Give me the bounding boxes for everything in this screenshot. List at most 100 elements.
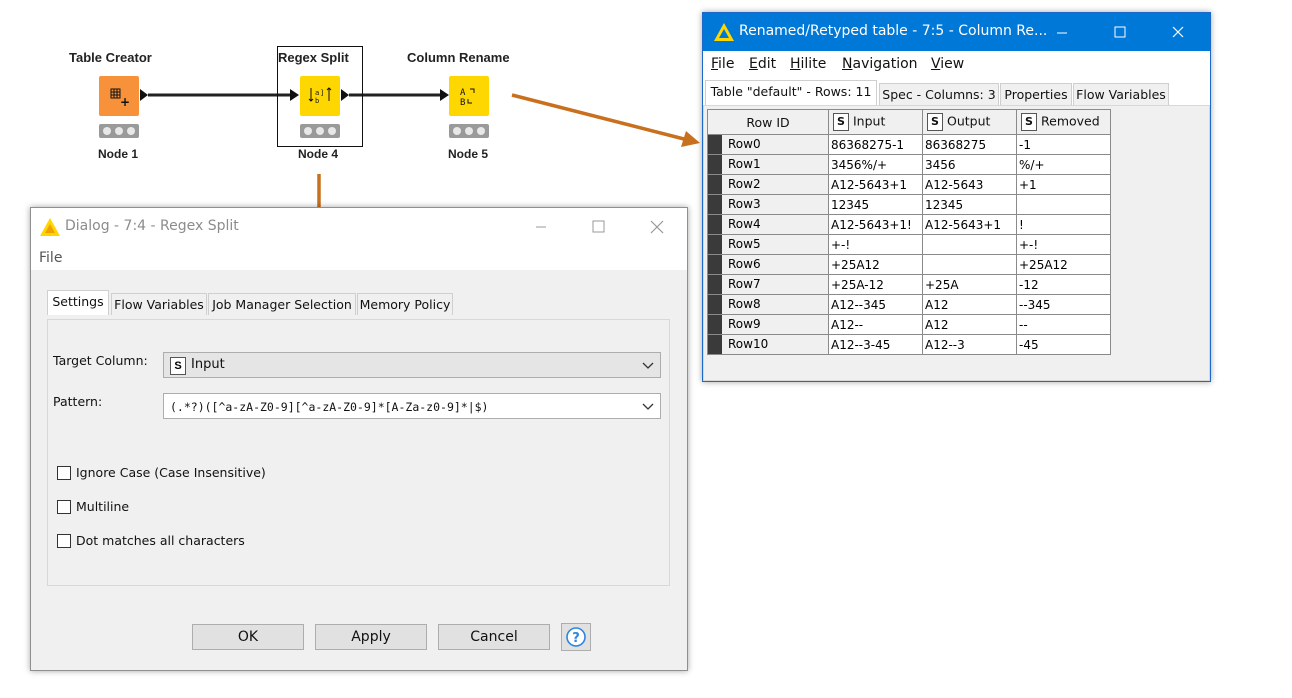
tab-flow-variables[interactable]: Flow Variables <box>111 293 207 315</box>
row-id-cell[interactable]: Row7 <box>707 274 829 295</box>
pattern-input[interactable]: (.*?)([^a-zA-Z0-9][^a-zA-Z0-9]*[A-Za-z0-… <box>163 393 661 419</box>
minimize-icon <box>536 226 546 228</box>
cell-removed[interactable]: +25A12 <box>1016 254 1111 275</box>
cell-output[interactable]: A12-5643+1 <box>922 214 1017 235</box>
row-marker <box>708 295 722 314</box>
help-button[interactable]: ? <box>561 623 591 651</box>
column-rename-node[interactable]: A B <box>449 76 489 116</box>
close-button[interactable] <box>1155 13 1201 47</box>
tab-flow-variables[interactable]: Flow Variables <box>1073 83 1169 105</box>
cell-output[interactable]: +25A <box>922 274 1017 295</box>
row-id-cell[interactable]: Row4 <box>707 214 829 235</box>
cell-input[interactable]: 12345 <box>828 194 923 215</box>
cell-input[interactable]: 3456%/+ <box>828 154 923 175</box>
row-id-cell[interactable]: Row5 <box>707 234 829 255</box>
cell-output[interactable]: A12--3 <box>922 334 1017 355</box>
cell-output[interactable]: 12345 <box>922 194 1017 215</box>
tab-properties[interactable]: Properties <box>1000 83 1072 105</box>
row-id-cell[interactable]: Row10 <box>707 334 829 355</box>
menu-edit[interactable]: Edit <box>749 56 776 72</box>
checkbox-box[interactable] <box>57 534 71 548</box>
maximize-button[interactable] <box>1097 13 1143 47</box>
table-row[interactable]: Row6 +25A12 +25A12 <box>707 254 1111 275</box>
cell-removed[interactable]: -12 <box>1016 274 1111 295</box>
table-row[interactable]: Row3 12345 12345 <box>707 194 1111 215</box>
cell-output[interactable]: A12-5643 <box>922 174 1017 195</box>
tab-table-default[interactable]: Table "default" - Rows: 11 <box>705 80 877 105</box>
cell-removed[interactable]: ! <box>1016 214 1111 235</box>
table-row[interactable]: Row0 86368275-1 86368275 -1 <box>707 134 1111 155</box>
table-creator-node[interactable]: + <box>99 76 139 116</box>
cell-output[interactable]: 86368275 <box>922 134 1017 155</box>
node-title-table-creator: Table Creator <box>69 50 152 65</box>
cell-removed[interactable]: -- <box>1016 314 1111 335</box>
menu-hilite[interactable]: Hilite <box>790 56 826 72</box>
cell-input[interactable]: 86368275-1 <box>828 134 923 155</box>
target-column-select[interactable]: S Input <box>163 352 661 378</box>
cell-removed[interactable]: +1 <box>1016 174 1111 195</box>
checkbox-box[interactable] <box>57 466 71 480</box>
apply-button[interactable]: Apply <box>315 624 427 650</box>
checkbox-box[interactable] <box>57 500 71 514</box>
cell-input[interactable]: +25A12 <box>828 254 923 275</box>
table-row[interactable]: Row1 3456%/+ 3456 %/+ <box>707 154 1111 175</box>
cell-input[interactable]: A12-5643+1 <box>828 174 923 195</box>
table-row[interactable]: Row2 A12-5643+1 A12-5643 +1 <box>707 174 1111 195</box>
row-id-cell[interactable]: Row9 <box>707 314 829 335</box>
column-header-rowid[interactable]: Row ID <box>707 109 829 135</box>
cell-removed[interactable]: %/+ <box>1016 154 1111 175</box>
tab-memory-policy[interactable]: Memory Policy <box>357 293 453 315</box>
close-icon <box>650 220 664 234</box>
menu-view[interactable]: View <box>931 56 964 72</box>
cell-input[interactable]: +25A-12 <box>828 274 923 295</box>
cell-removed[interactable]: +-! <box>1016 234 1111 255</box>
cell-output[interactable] <box>922 254 1017 275</box>
cell-removed[interactable]: --345 <box>1016 294 1111 315</box>
regex-split-node[interactable]: a ] b <box>300 76 340 116</box>
close-button[interactable] <box>634 208 680 242</box>
cancel-button[interactable]: Cancel <box>438 624 550 650</box>
row-id-cell[interactable]: Row0 <box>707 134 829 155</box>
tab-job-manager-selection[interactable]: Job Manager Selection <box>208 293 356 315</box>
table-row[interactable]: Row4 A12-5643+1! A12-5643+1! <box>707 214 1111 235</box>
dialog-menu-file[interactable]: File <box>39 250 62 266</box>
tab-settings[interactable]: Settings <box>47 290 109 315</box>
cell-output[interactable]: 3456 <box>922 154 1017 175</box>
menu-file[interactable]: File <box>711 56 734 72</box>
minimize-button[interactable] <box>1039 13 1085 47</box>
table-row[interactable]: Row7 +25A-12 +25A -12 <box>707 274 1111 295</box>
tab-spec-columns[interactable]: Spec - Columns: 3 <box>879 83 999 105</box>
cell-input[interactable]: A12--345 <box>828 294 923 315</box>
cell-output[interactable]: A12 <box>922 314 1017 335</box>
row-id-cell[interactable]: Row2 <box>707 174 829 195</box>
dialog-titlebar[interactable]: Dialog - 7:4 - Regex Split <box>31 208 687 248</box>
column-header-output[interactable]: S Output <box>922 109 1017 135</box>
data-table: Row ID S Input S Output S Removed Row0 86368… <box>707 109 1111 355</box>
table-row[interactable]: Row9 A12-- A12 -- <box>707 314 1111 335</box>
row-marker <box>708 315 722 334</box>
ok-button[interactable]: OK <box>192 624 304 650</box>
minimize-button[interactable] <box>519 208 565 242</box>
cell-removed[interactable]: -1 <box>1016 134 1111 155</box>
cell-input[interactable]: A12-5643+1! <box>828 214 923 235</box>
column-header-input[interactable]: S Input <box>828 109 923 135</box>
row-id-cell[interactable]: Row1 <box>707 154 829 175</box>
cell-input[interactable]: +-! <box>828 234 923 255</box>
cell-output[interactable] <box>922 234 1017 255</box>
cell-removed[interactable]: -45 <box>1016 334 1111 355</box>
column-header-removed[interactable]: S Removed <box>1016 109 1111 135</box>
menu-navigation[interactable]: Navigation <box>842 56 918 72</box>
cell-input[interactable]: A12-- <box>828 314 923 335</box>
table-row[interactable]: Row8 A12--345 A12 --345 <box>707 294 1111 315</box>
cell-removed[interactable] <box>1016 194 1111 215</box>
table-window-titlebar[interactable]: Renamed/Retyped table - 7:5 - Column Re.… <box>703 13 1210 51</box>
row-id-cell[interactable]: Row3 <box>707 194 829 215</box>
row-id-cell[interactable]: Row6 <box>707 254 829 275</box>
cell-output[interactable]: A12 <box>922 294 1017 315</box>
row-id-cell[interactable]: Row8 <box>707 294 829 315</box>
table-row[interactable]: Row5 +-! +-! <box>707 234 1111 255</box>
maximize-button[interactable] <box>576 208 622 242</box>
table-grid-icon: + <box>110 88 130 109</box>
cell-input[interactable]: A12--3-45 <box>828 334 923 355</box>
table-row[interactable]: Row10 A12--3-45 A12--3 -45 <box>707 334 1111 355</box>
